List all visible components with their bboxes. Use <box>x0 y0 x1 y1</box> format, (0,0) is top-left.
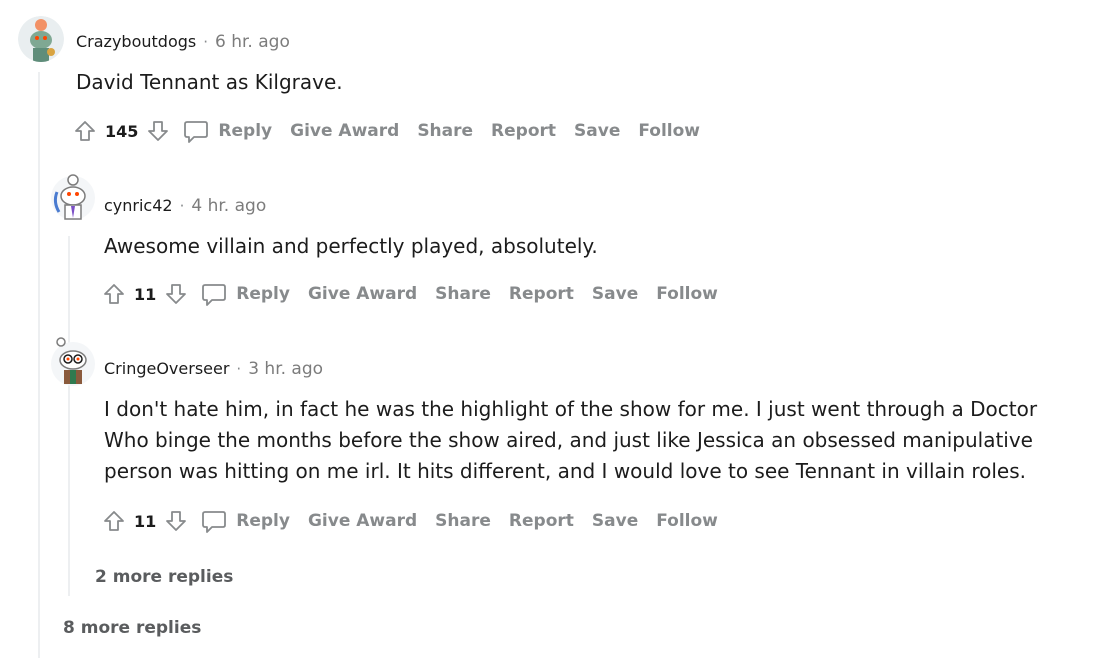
timestamp[interactable]: 3 hr. ago <box>248 359 323 379</box>
comment-meta: CringeOverseer · 3 hr. ago <box>104 359 323 379</box>
author-link[interactable]: cynric42 <box>104 196 173 215</box>
vote-score: 11 <box>134 511 157 531</box>
vote-score: 11 <box>134 284 157 304</box>
reply-button[interactable]: Reply <box>236 284 290 304</box>
vote-score: 145 <box>105 121 139 141</box>
comment-body-line: I don't hate him, in fact he was the hig… <box>104 397 1038 421</box>
comment-meta: Crazyboutdogs · 6 hr. ago <box>76 32 290 52</box>
downvote-icon[interactable] <box>162 507 190 535</box>
give-award-button[interactable]: Give Award <box>290 121 399 141</box>
upvote-icon[interactable] <box>71 117 99 145</box>
report-button[interactable]: Report <box>509 511 574 531</box>
meta-separator: · <box>179 197 185 215</box>
comment-actions: 11 Reply Give Award Share Report Save Fo… <box>100 504 718 538</box>
author-link[interactable]: Crazyboutdogs <box>76 32 196 51</box>
avatar[interactable] <box>49 172 97 226</box>
save-button[interactable]: Save <box>592 511 638 531</box>
report-button[interactable]: Report <box>509 284 574 304</box>
thread-line-level-1[interactable] <box>38 72 40 658</box>
downvote-icon[interactable] <box>162 280 190 308</box>
comment-meta: cynric42 · 4 hr. ago <box>104 196 266 216</box>
give-award-button[interactable]: Give Award <box>308 284 417 304</box>
share-button[interactable]: Share <box>435 284 491 304</box>
give-award-button[interactable]: Give Award <box>308 511 417 531</box>
comment-bubble-icon[interactable] <box>200 507 228 535</box>
meta-separator: · <box>203 33 208 51</box>
timestamp[interactable]: 4 hr. ago <box>191 196 266 216</box>
downvote-icon[interactable] <box>144 117 172 145</box>
reply-button[interactable]: Reply <box>218 121 272 141</box>
timestamp[interactable]: 6 hr. ago <box>215 32 290 52</box>
share-button[interactable]: Share <box>435 511 491 531</box>
follow-button[interactable]: Follow <box>656 511 718 531</box>
comment-bubble-icon[interactable] <box>182 117 210 145</box>
comment-actions: 11 Reply Give Award Share Report Save Fo… <box>100 277 718 311</box>
comment-body: I don't hate him, in fact he was the hig… <box>104 394 1037 487</box>
comment-body: Awesome villain and perfectly played, ab… <box>104 234 598 258</box>
author-link[interactable]: CringeOverseer <box>104 359 229 378</box>
comment-body: David Tennant as Kilgrave. <box>76 70 343 94</box>
comment-body-line: Who binge the months before the show air… <box>104 428 1033 452</box>
follow-button[interactable]: Follow <box>638 121 700 141</box>
upvote-icon[interactable] <box>100 280 128 308</box>
upvote-icon[interactable] <box>100 507 128 535</box>
thread-line-level-2[interactable] <box>68 236 70 596</box>
meta-separator: · <box>236 360 242 378</box>
more-replies-nested-link[interactable]: 2 more replies <box>95 567 233 587</box>
avatar[interactable] <box>18 16 64 62</box>
follow-button[interactable]: Follow <box>656 284 718 304</box>
report-button[interactable]: Report <box>491 121 556 141</box>
comment-bubble-icon[interactable] <box>200 280 228 308</box>
share-button[interactable]: Share <box>417 121 473 141</box>
comment-body-line: person was hitting on me irl. It hits di… <box>104 459 1027 483</box>
save-button[interactable]: Save <box>592 284 638 304</box>
comment-actions: 145 Reply Give Award Share Report Save F… <box>71 114 700 148</box>
avatar[interactable] <box>49 334 97 390</box>
save-button[interactable]: Save <box>574 121 620 141</box>
reply-button[interactable]: Reply <box>236 511 290 531</box>
more-replies-top-link[interactable]: 8 more replies <box>63 618 201 638</box>
